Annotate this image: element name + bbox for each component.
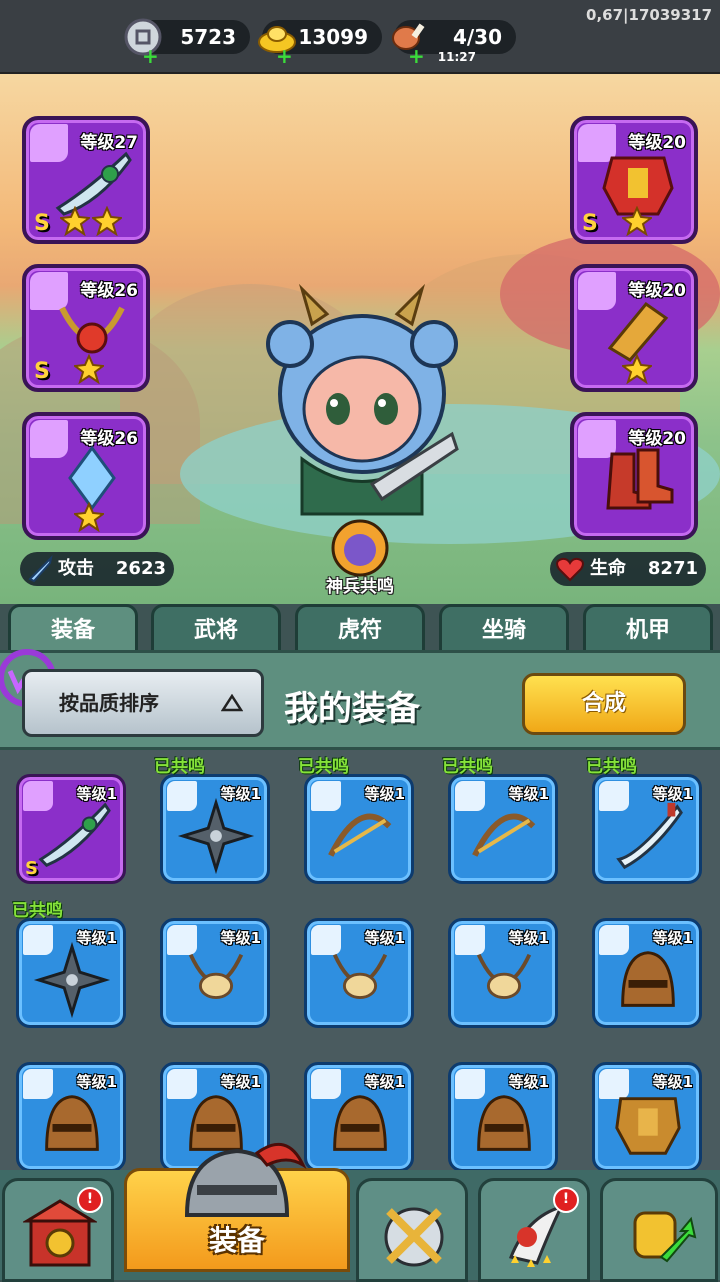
inventory-item[interactable]: 等级1 — [592, 1062, 702, 1172]
merge-button[interactable]: 合成 — [522, 673, 686, 735]
equip-slot-helmet[interactable]: 等级26 — [22, 412, 150, 540]
heart-icon — [556, 557, 584, 582]
resonance-label: 神兵共鸣 — [326, 577, 394, 597]
nav-shop[interactable]: ! — [2, 1178, 114, 1282]
helmet-icon — [477, 1095, 531, 1151]
tab-mecha[interactable]: 机甲 — [583, 604, 713, 654]
inventory-item[interactable]: 等级1 — [16, 1062, 126, 1172]
inventory-item[interactable]: 等级1 — [304, 918, 414, 1028]
hp-value: 8271 — [647, 558, 698, 579]
inventory-item[interactable]: 等级1 — [160, 774, 270, 884]
inventory-item[interactable]: 等级1 — [592, 774, 702, 884]
stamina-counter[interactable]: 4/30 11:27 + — [392, 20, 516, 66]
top-bar: 5723 + 13099 + 4/30 11:27 + 0,67|1703931… — [0, 0, 720, 74]
stamina-timer: 11:27 — [437, 50, 476, 64]
inventory-grid: 等级1 S 等级1 已共鸣 等级1 已共鸣 等级1 已共鸣 等级1 已共鸣 等级1 已共鸣 等级1 等级1… — [0, 750, 720, 1172]
star-icon — [74, 502, 104, 532]
inventory-item[interactable]: 等级1 — [160, 918, 270, 1028]
notification-badge: ! — [77, 1187, 103, 1213]
nav-heroes[interactable]: ! — [478, 1178, 590, 1282]
equip-slot-weapon[interactable]: 等级27 S — [22, 116, 150, 244]
star-icon — [92, 206, 122, 236]
inventory-item[interactable]: 等级1 — [592, 918, 702, 1028]
silver-value: 5723 — [180, 25, 236, 49]
inventory-item[interactable]: 等级1 S — [16, 774, 126, 884]
resonated-label: 已共鸣 — [298, 757, 349, 777]
inventory-header: 按品质排序 我的装备 合成 — [0, 649, 720, 750]
bottom-nav: ! 装备 ! — [0, 1143, 720, 1282]
nav-equipment-label: 装备 — [208, 1224, 265, 1257]
attack-value: 2623 — [115, 558, 166, 579]
sword-icon — [28, 555, 53, 583]
inventory-item[interactable]: 等级1 — [448, 918, 558, 1028]
amulet-icon — [332, 953, 388, 1000]
hero-scene: 等级27 S 等级26 S 等级26 等级20 S 等级20 等级20 神兵共鸣 — [0, 74, 720, 604]
attack-stat: 攻击 2623 — [20, 552, 174, 586]
sword-icon — [38, 802, 111, 867]
add-gold-icon[interactable]: + — [276, 46, 293, 66]
slot-rank: S — [34, 359, 50, 384]
resonated-label: 已共鸣 — [154, 757, 205, 777]
hero-character[interactable] — [262, 284, 462, 524]
blade-icon — [616, 802, 683, 870]
hp-label: 生命 — [590, 558, 626, 579]
star-icon — [60, 206, 90, 236]
equip-slot-amulet[interactable]: 等级26 S — [22, 264, 150, 392]
helmet-icon — [45, 1095, 99, 1151]
item-rank: S — [25, 858, 38, 879]
stamina-value: 4/30 — [452, 25, 502, 49]
fist-upgrade-icon — [633, 1211, 697, 1263]
inventory-item[interactable]: 等级1 — [304, 1062, 414, 1172]
shuriken-icon — [177, 797, 255, 875]
tab-tiger-tally[interactable]: 虎符 — [295, 604, 425, 654]
star-icon — [622, 354, 652, 384]
inventory-item[interactable]: 等级1 — [448, 1062, 558, 1172]
helmet-icon — [621, 951, 675, 1007]
resonated-label: 已共鸣 — [442, 757, 493, 777]
crossed-swords-icon — [384, 1207, 444, 1267]
nav-upgrade[interactable] — [600, 1178, 718, 1282]
nav-battle[interactable] — [356, 1178, 468, 1282]
slot-rank: S — [34, 211, 50, 236]
user-id: 0,67|17039317 — [586, 6, 712, 24]
shuriken-icon — [33, 941, 111, 1019]
inventory-title: 我的装备 — [284, 689, 420, 729]
hp-stat: 生命 8271 — [550, 552, 706, 586]
equip-slot-armor[interactable]: 等级20 S — [570, 116, 698, 244]
star-icon — [74, 354, 104, 384]
inventory-item[interactable]: 等级1 — [448, 774, 558, 884]
sort-label: 按品质排序 — [59, 691, 159, 715]
sort-by-quality-button[interactable]: 按品质排序 — [22, 669, 264, 737]
amulet-icon — [188, 953, 244, 1000]
equip-slot-boots[interactable]: 等级20 — [570, 412, 698, 540]
inventory-item[interactable]: 等级1 — [16, 918, 126, 1028]
gold-counter[interactable]: 13099 + — [258, 20, 382, 66]
slot-rank: S — [582, 211, 598, 236]
triangle-up-icon — [221, 694, 243, 712]
crossbow-icon — [328, 813, 392, 857]
attack-label: 攻击 — [58, 558, 94, 579]
star-icon — [622, 206, 652, 236]
weapon-resonance-button[interactable]: 神兵共鸣 — [322, 518, 398, 598]
nav-equipment[interactable]: 装备 — [124, 1143, 350, 1272]
helmet-icon — [333, 1095, 387, 1151]
category-tabs: 装备 武将 虎符 坐骑 机甲 — [0, 600, 720, 654]
equip-slot-gauntlet[interactable]: 等级20 — [570, 264, 698, 392]
add-silver-icon[interactable]: + — [142, 46, 159, 66]
resonated-label: 已共鸣 — [586, 757, 637, 777]
tab-mounts[interactable]: 坐骑 — [439, 604, 569, 654]
inventory-item[interactable]: 等级1 — [304, 774, 414, 884]
add-stamina-icon[interactable]: + — [408, 46, 425, 66]
amulet-icon — [476, 953, 532, 1000]
armor-icon — [615, 1097, 681, 1155]
tab-generals[interactable]: 武将 — [151, 604, 281, 654]
resonance-icon — [331, 519, 389, 577]
notification-badge: ! — [553, 1187, 579, 1213]
crossbow-icon — [472, 813, 536, 857]
resonated-label: 已共鸣 — [12, 901, 63, 921]
gold-value: 13099 — [298, 25, 368, 49]
silver-counter[interactable]: 5723 + — [124, 18, 250, 66]
red-boots-icon — [606, 448, 674, 510]
